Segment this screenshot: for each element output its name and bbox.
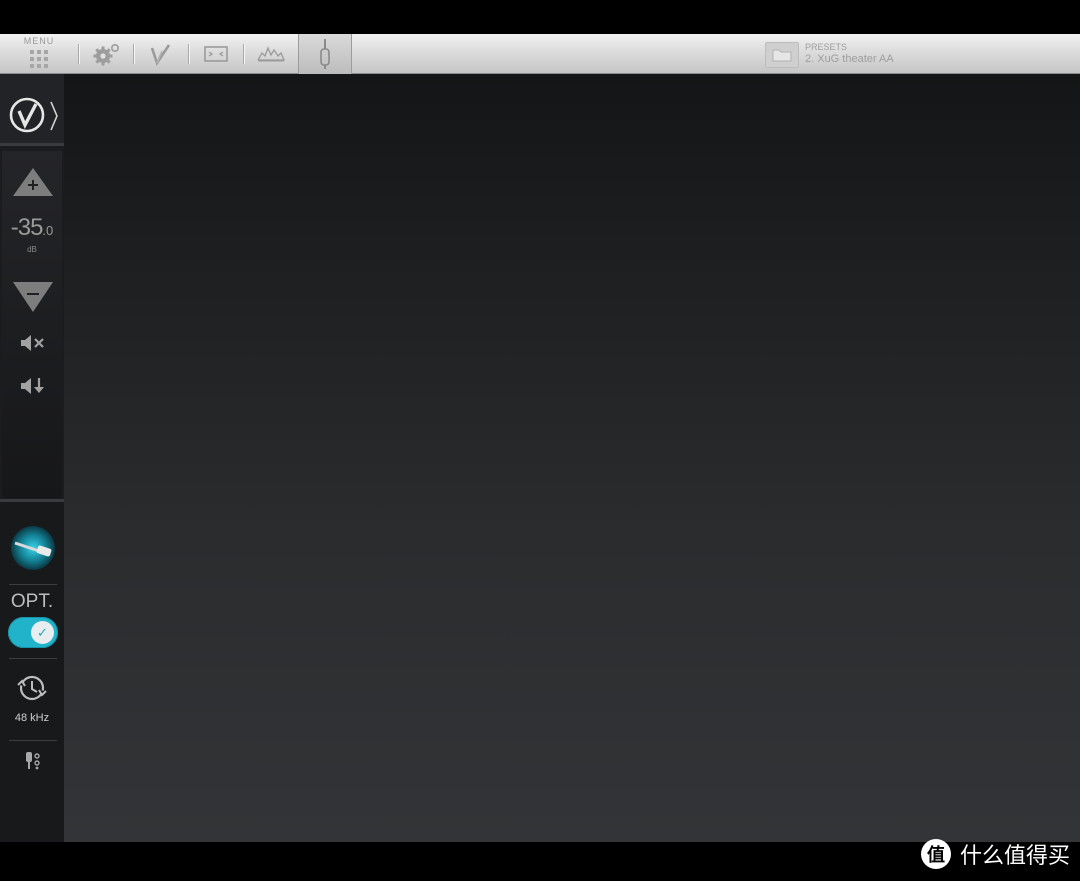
volume-fraction: .0 bbox=[42, 223, 54, 238]
top-toolbar: MENU PRESETS 2. XuG theater AA bbox=[0, 34, 1080, 74]
volume-panel bbox=[2, 151, 62, 498]
preset-name: 2. XuG theater AA bbox=[805, 53, 894, 65]
sidebar: -35.0 dB OPT. ✓ 48 kHz bbox=[0, 74, 64, 842]
volume-value: -35 bbox=[10, 214, 44, 241]
toggle-check-icon: ✓ bbox=[31, 621, 54, 644]
tab-settings[interactable] bbox=[80, 34, 132, 74]
tab-eq[interactable] bbox=[245, 34, 297, 74]
presets-selector[interactable]: PRESETS 2. XuG theater AA bbox=[765, 40, 1025, 68]
main-content-area bbox=[64, 74, 1080, 842]
gear-icon bbox=[93, 43, 119, 66]
screen-icon bbox=[204, 46, 228, 62]
connector-icon bbox=[320, 39, 330, 69]
clock-sync-icon[interactable] bbox=[16, 672, 48, 704]
volume-up-button[interactable] bbox=[11, 166, 55, 198]
chevron-right-icon[interactable] bbox=[48, 100, 60, 132]
menu-label: MENU bbox=[23, 36, 55, 46]
menu-button[interactable]: MENU bbox=[2, 34, 76, 74]
waveform-icon bbox=[257, 46, 285, 62]
sidebar-divider bbox=[9, 740, 57, 741]
watermark-logo: 值 bbox=[920, 839, 951, 869]
check-logo-icon bbox=[150, 44, 171, 66]
input-toggle[interactable]: ✓ bbox=[8, 617, 58, 648]
sidebar-divider bbox=[9, 658, 57, 659]
tab-display[interactable] bbox=[190, 34, 242, 74]
sidebar-header bbox=[0, 74, 64, 146]
volume-readout: -35.0 bbox=[0, 214, 64, 242]
check-circle-icon[interactable] bbox=[8, 96, 48, 134]
tab-io[interactable] bbox=[298, 34, 352, 74]
cable-connector-icon[interactable] bbox=[9, 524, 57, 572]
sample-rate: 48 kHz bbox=[14, 712, 50, 724]
sidebar-divider bbox=[9, 584, 57, 585]
speaker-down-icon[interactable] bbox=[19, 375, 47, 397]
volume-unit: dB bbox=[27, 245, 37, 254]
menu-grid-icon bbox=[30, 50, 48, 68]
folder-icon bbox=[765, 42, 799, 68]
output-jack-icon[interactable] bbox=[23, 750, 43, 770]
watermark-text: 什么值得买 bbox=[959, 843, 1070, 868]
watermark: 值 什么值得买 bbox=[920, 839, 1070, 869]
presets-title: PRESETS bbox=[805, 42, 848, 52]
speaker-mute-icon[interactable] bbox=[19, 333, 47, 353]
volume-down-button[interactable] bbox=[11, 280, 55, 314]
tab-device[interactable] bbox=[135, 34, 187, 74]
input-label: OPT. bbox=[10, 591, 54, 612]
